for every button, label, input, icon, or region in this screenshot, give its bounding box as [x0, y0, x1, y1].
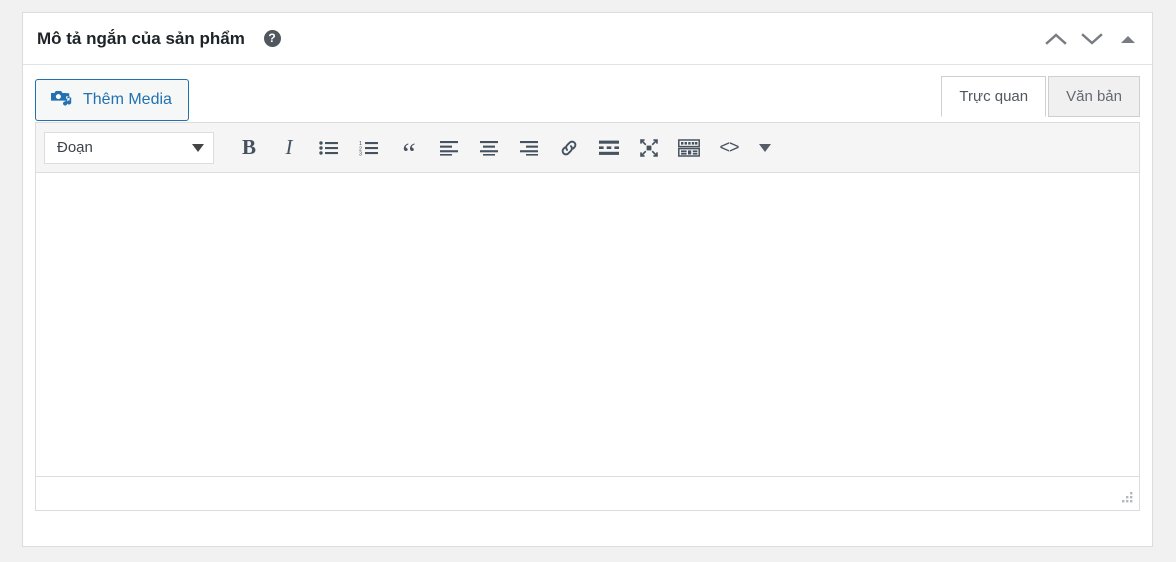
insert-link-icon[interactable]	[552, 131, 586, 165]
distraction-free-icon[interactable]	[632, 131, 666, 165]
bold-icon[interactable]: B	[232, 131, 266, 165]
align-right-icon[interactable]	[512, 131, 546, 165]
triangle-up-icon	[1119, 33, 1137, 45]
keyboard-shortcuts-icon[interactable]	[672, 131, 706, 165]
svg-text:3: 3	[359, 151, 362, 155]
move-down-button[interactable]	[1074, 20, 1110, 58]
editor-content-area[interactable]	[36, 173, 1139, 477]
media-camera-note-icon	[50, 88, 74, 113]
bulleted-list-icon[interactable]	[312, 131, 346, 165]
chevron-up-icon	[1045, 32, 1067, 46]
add-media-button[interactable]: Thêm Media	[35, 79, 189, 121]
blockquote-icon[interactable]: “	[392, 131, 426, 168]
metabox-header-actions	[1038, 13, 1146, 65]
chevron-down-icon	[1081, 32, 1103, 46]
short-description-metabox: Mô tả ngắn của sản phẩm ? Thêm Media Trự…	[22, 12, 1153, 547]
editor-container: Đoạn B I 1 2 3 “ <>	[35, 122, 1140, 511]
add-media-label: Thêm Media	[83, 91, 172, 108]
align-center-icon[interactable]	[472, 131, 506, 165]
numbered-list-icon[interactable]: 1 2 3	[352, 131, 386, 165]
format-select-value: Đoạn	[57, 139, 93, 156]
toggle-panel-button[interactable]	[1110, 20, 1146, 58]
editor-toolbar: Đoạn B I 1 2 3 “ <>	[36, 123, 1139, 173]
toggle-toolbar-button[interactable]	[752, 131, 778, 165]
page-title: Mô tả ngắn của sản phẩm ?	[23, 30, 281, 47]
help-icon[interactable]: ?	[263, 30, 281, 47]
chevron-down-icon	[759, 143, 771, 152]
chevron-down-icon	[192, 143, 204, 152]
format-select[interactable]: Đoạn	[44, 131, 214, 164]
read-more-icon[interactable]	[592, 131, 626, 165]
source-code-icon[interactable]: <>	[712, 131, 746, 165]
wp-editor-wrap: Thêm Media Trực quan Văn bản Đoạn B I 1 …	[35, 65, 1140, 511]
metabox-header: Mô tả ngắn của sản phẩm ?	[23, 13, 1152, 65]
italic-icon[interactable]: I	[272, 131, 306, 165]
resize-grip-icon[interactable]	[1118, 490, 1134, 506]
align-left-icon[interactable]	[432, 131, 466, 165]
tab-visual[interactable]: Trực quan	[941, 76, 1047, 117]
editor-mode-tabs: Trực quan Văn bản	[941, 76, 1140, 117]
editor-statusbar	[36, 477, 1139, 510]
move-up-button[interactable]	[1038, 20, 1074, 58]
tab-text[interactable]: Văn bản	[1048, 76, 1140, 117]
editor-top-row: Thêm Media Trực quan Văn bản	[35, 76, 1140, 122]
metabox-title-text: Mô tả ngắn của sản phẩm	[37, 29, 245, 48]
